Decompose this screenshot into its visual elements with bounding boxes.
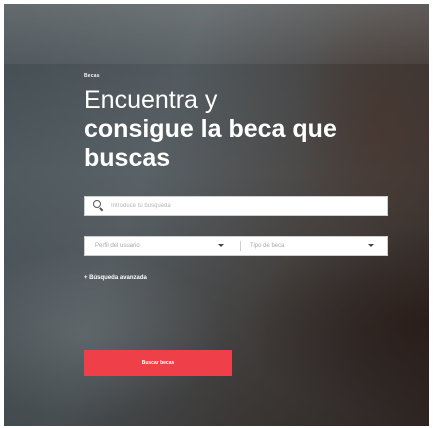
filters-bar: Perfil del usuario Tipo de beca — [84, 236, 388, 256]
profile-select-label: Perfil del usuario — [95, 243, 140, 249]
hero-section: Becas Encuentra y consigue la beca que b… — [4, 4, 429, 426]
title-line-1: Encuentra y — [84, 86, 218, 114]
scholarship-type-select[interactable]: Tipo de beca — [250, 237, 380, 255]
advanced-search-link[interactable]: + Búsqueda avanzada — [84, 275, 147, 281]
section-eyebrow: Becas — [84, 73, 100, 79]
search-icon — [89, 197, 107, 215]
title-line-3: buscas — [84, 144, 171, 172]
chevron-down-icon — [368, 244, 374, 247]
filters-divider — [240, 241, 241, 251]
hero-top-fade — [4, 4, 429, 64]
search-bar — [84, 196, 388, 216]
search-scholarships-button[interactable]: Buscar becas — [84, 350, 232, 376]
search-input[interactable] — [107, 199, 375, 213]
profile-select[interactable]: Perfil del usuario — [95, 237, 230, 255]
chevron-down-icon — [218, 244, 224, 247]
title-line-2: consigue la beca que — [84, 115, 337, 143]
type-select-label: Tipo de beca — [250, 243, 285, 249]
page-title: Encuentra y consigue la beca que buscas — [84, 86, 414, 173]
